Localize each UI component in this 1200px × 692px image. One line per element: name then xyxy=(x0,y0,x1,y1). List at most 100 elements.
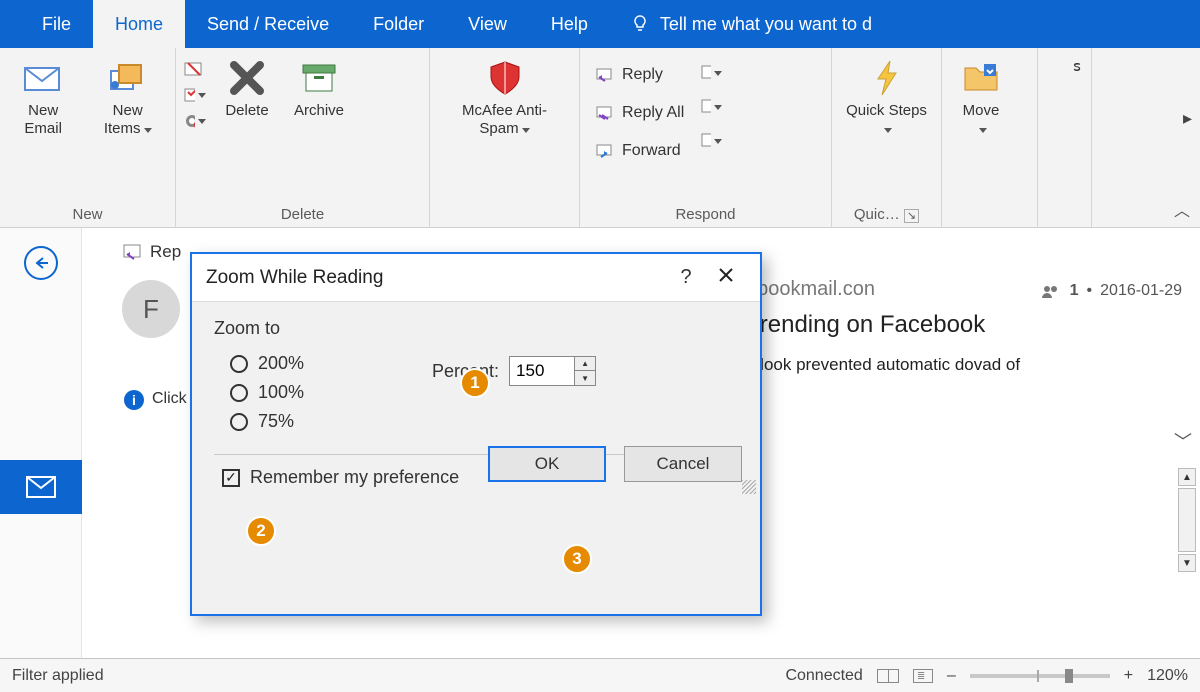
zoom-dialog: Zoom While Reading ? Zoom to 200% 100% 7… xyxy=(190,252,762,616)
collapse-ribbon-icon[interactable]: ︿ xyxy=(1174,197,1190,221)
im-reply-icon[interactable] xyxy=(700,96,722,118)
message-from: ebookmail.con xyxy=(746,278,1166,301)
ok-button[interactable]: OK xyxy=(488,446,606,482)
tab-folder[interactable]: Folder xyxy=(351,0,446,48)
lightning-icon xyxy=(867,58,907,98)
reply-button[interactable]: Reply xyxy=(588,62,690,88)
new-items-label: New Items xyxy=(94,102,161,138)
percent-input[interactable] xyxy=(510,357,574,385)
tab-help[interactable]: Help xyxy=(529,0,610,48)
reply-all-button[interactable]: Reply All xyxy=(588,100,690,126)
close-icon xyxy=(718,267,734,283)
status-bar: Filter applied Connected ≣ – + 120% xyxy=(0,658,1200,692)
reply-icon xyxy=(594,64,616,86)
percent-step-down[interactable]: ▼ xyxy=(575,371,595,385)
ribbon-more-icon[interactable]: ▸ xyxy=(1183,108,1192,129)
zoom-slider-thumb[interactable] xyxy=(1065,669,1073,683)
tab-send-receive[interactable]: Send / Receive xyxy=(185,0,351,48)
status-filter: Filter applied xyxy=(12,667,104,685)
view-reading-button[interactable]: ≣ xyxy=(913,669,933,683)
scroll-up-button[interactable]: ▲ xyxy=(1178,468,1196,486)
cleanup-stack xyxy=(184,54,206,132)
delete-icon xyxy=(227,58,267,98)
view-normal-button[interactable] xyxy=(877,669,899,683)
shield-icon xyxy=(485,58,525,98)
move-button[interactable]: Move xyxy=(950,54,1012,142)
ribbon-overflow[interactable]: ꜱ xyxy=(1046,54,1108,80)
tab-home[interactable]: Home xyxy=(93,0,185,48)
ignore-icon[interactable] xyxy=(184,58,206,80)
chevron-down-icon xyxy=(198,93,206,98)
chevron-down-icon xyxy=(884,128,892,133)
new-email-icon xyxy=(23,58,63,98)
cancel-button[interactable]: Cancel xyxy=(624,446,742,482)
group-quick-launcher[interactable]: ↘ xyxy=(904,209,919,223)
new-items-button[interactable]: New Items xyxy=(88,54,167,142)
scroll-track[interactable] xyxy=(1178,488,1196,552)
meeting-reply-icon[interactable] xyxy=(700,62,722,84)
dialog-titlebar: Zoom While Reading ? xyxy=(192,254,760,302)
scroll-down-button[interactable]: ▼ xyxy=(1178,554,1196,572)
zoom-out-button[interactable]: – xyxy=(947,667,956,685)
quick-steps-label: Quick Steps xyxy=(846,102,927,138)
new-email-button[interactable]: New Email xyxy=(8,54,78,142)
radio-icon xyxy=(230,355,248,373)
tell-me-label: Tell me what you want to d xyxy=(660,14,872,35)
group-respond-label: Respond xyxy=(588,204,823,225)
chevron-down-icon xyxy=(714,71,722,76)
percent-spinbox: ▲ ▼ xyxy=(509,356,596,386)
mail-nav-button[interactable] xyxy=(0,460,82,514)
dialog-resize-grip[interactable] xyxy=(742,480,756,494)
chevron-down-icon xyxy=(714,105,722,110)
archive-icon xyxy=(299,58,339,98)
delete-label: Delete xyxy=(225,102,268,120)
tab-view[interactable]: View xyxy=(446,0,529,48)
sender-avatar: F xyxy=(122,280,180,338)
cleanup-icon[interactable] xyxy=(184,84,206,106)
zoom-100-label: 100% xyxy=(258,382,304,403)
ribbon-tab-bar: File Home Send / Receive Folder View Hel… xyxy=(0,0,1200,48)
tab-file[interactable]: File xyxy=(20,0,93,48)
zoom-in-button[interactable]: + xyxy=(1124,667,1133,685)
callout-3: 3 xyxy=(562,544,592,574)
chevron-down-icon xyxy=(144,128,152,133)
archive-button[interactable]: Archive xyxy=(288,54,350,124)
dialog-title: Zoom While Reading xyxy=(206,267,383,289)
quick-steps-button[interactable]: Quick Steps xyxy=(840,54,933,142)
arrow-left-icon xyxy=(33,256,49,270)
more-respond-icon[interactable] xyxy=(700,130,722,152)
chevron-down-icon xyxy=(198,119,206,124)
message-scroll: ▲ ▼ xyxy=(1178,468,1196,572)
zoom-level[interactable]: 120% xyxy=(1147,667,1188,685)
radio-icon xyxy=(230,384,248,402)
callout-2: 2 xyxy=(246,516,276,546)
dialog-help-button[interactable]: ? xyxy=(666,266,706,289)
reply-icon xyxy=(122,243,144,261)
delete-button[interactable]: Delete xyxy=(216,54,278,124)
chevron-down-icon xyxy=(522,128,530,133)
dialog-close-button[interactable] xyxy=(706,266,746,289)
forward-button[interactable]: Forward xyxy=(588,138,690,164)
expand-header-icon[interactable]: ﹀ xyxy=(1174,428,1192,454)
reply-all-label: Reply All xyxy=(622,104,684,122)
remember-label: Remember my preference xyxy=(250,467,459,488)
percent-step-up[interactable]: ▲ xyxy=(575,357,595,371)
move-label: Move xyxy=(963,102,1000,138)
radio-icon xyxy=(230,413,248,431)
zoom-to-label: Zoom to xyxy=(214,318,738,339)
tell-me-search[interactable]: Tell me what you want to d xyxy=(610,0,872,48)
callout-1: 1 xyxy=(460,368,490,398)
new-email-label: New Email xyxy=(14,102,72,138)
mcafee-label: McAfee Anti-Spam xyxy=(444,102,565,138)
zoom-slider[interactable] xyxy=(970,674,1110,678)
mcafee-antispam-button[interactable]: McAfee Anti-Spam xyxy=(438,54,571,142)
lightbulb-icon xyxy=(630,14,650,34)
reply-action-link[interactable]: Rep xyxy=(122,242,181,262)
reply-label: Reply xyxy=(622,66,663,84)
forward-label: Forward xyxy=(622,142,681,160)
group-new-label: New xyxy=(8,204,167,225)
chevron-down-icon xyxy=(979,128,987,133)
zoom-75-radio[interactable]: 75% xyxy=(214,407,738,436)
junk-icon[interactable] xyxy=(184,110,206,132)
back-button[interactable] xyxy=(24,246,58,280)
